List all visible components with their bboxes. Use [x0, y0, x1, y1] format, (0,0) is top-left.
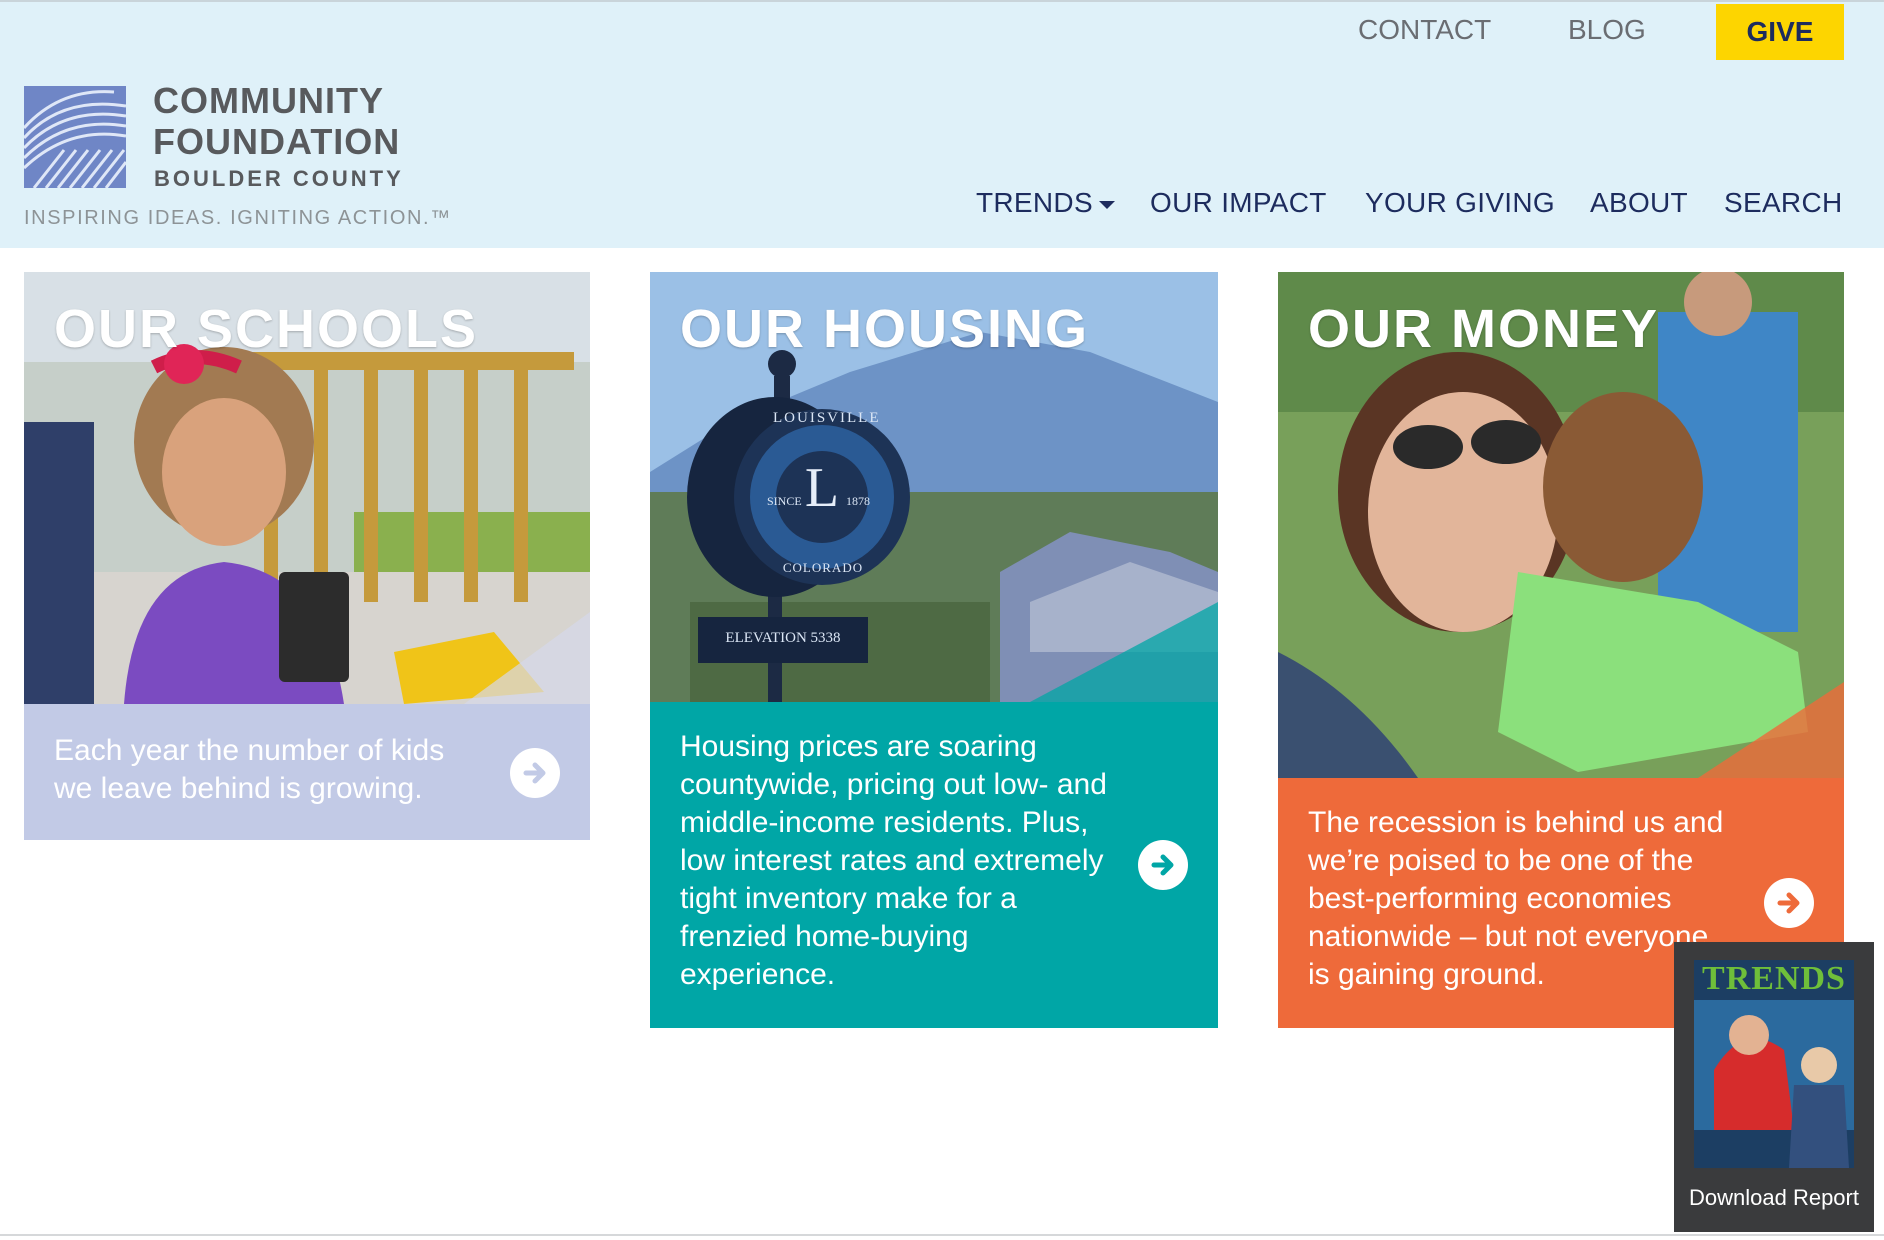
arrow-right-icon[interactable]: [510, 748, 560, 798]
download-report-widget[interactable]: TRENDS Download Report: [1674, 942, 1874, 1232]
give-button[interactable]: GIVE: [1716, 4, 1844, 60]
card-title: OUR HOUSING: [680, 299, 1090, 359]
card-text: Each year the number of kids we leave be…: [54, 734, 445, 805]
arrow-right-icon[interactable]: [1764, 878, 1814, 928]
contact-link[interactable]: CONTACT: [1358, 12, 1491, 48]
caret-down-icon: [1098, 200, 1115, 209]
card-title: OUR MONEY: [1308, 299, 1660, 359]
nav-your-giving[interactable]: YOUR GIVING: [1365, 185, 1555, 221]
main-nav: TRENDS OUR IMPACT YOUR GIVING ABOUT SEAR…: [0, 185, 1884, 221]
sign-since: SINCE: [767, 494, 802, 508]
money-photo: OUR MONEY: [1278, 272, 1844, 778]
sign-ring-text: LOUISVILLE: [773, 410, 881, 426]
nav-trends[interactable]: TRENDS: [976, 185, 1115, 221]
sign-elevation: ELEVATION 5338: [725, 630, 841, 646]
card-text: The recession is behind us and we’re poi…: [1308, 806, 1724, 991]
sign-state: COLORADO: [782, 560, 864, 575]
card-body: Each year the number of kids we leave be…: [24, 704, 590, 840]
sign-letter: L: [804, 457, 840, 519]
nav-trends-label: TRENDS: [976, 187, 1093, 218]
nav-our-impact[interactable]: OUR IMPACT: [1150, 185, 1327, 221]
card-our-schools[interactable]: OUR SCHOOLS Each year the number of kids…: [24, 272, 590, 840]
page-bottom-divider: [0, 1234, 1884, 1236]
card-text: Housing prices are soaring countywide, p…: [680, 730, 1107, 991]
logo-mark-icon: [24, 86, 126, 188]
report-cover-title: TRENDS: [1702, 960, 1846, 997]
site-header: COMMUNITY FOUNDATION BOULDER COUNTY INSP…: [0, 0, 1884, 248]
nav-search[interactable]: SEARCH: [1724, 185, 1843, 221]
report-cover-image: TRENDS: [1694, 960, 1854, 1168]
arrow-right-icon[interactable]: [1138, 840, 1188, 890]
card-our-housing[interactable]: LOUISVILLE L SINCE 1878 COLORADO ELEVATI…: [650, 272, 1218, 1028]
schools-photo: OUR SCHOOLS: [24, 272, 590, 704]
sign-year: 1878: [846, 494, 870, 508]
card-body: Housing prices are soaring countywide, p…: [650, 702, 1218, 1028]
nav-about[interactable]: ABOUT: [1590, 185, 1688, 221]
housing-photo: LOUISVILLE L SINCE 1878 COLORADO ELEVATI…: [650, 272, 1218, 702]
blog-link[interactable]: BLOG: [1568, 12, 1646, 48]
logo-name: COMMUNITY FOUNDATION: [153, 80, 401, 162]
download-report-label[interactable]: Download Report: [1674, 1185, 1874, 1211]
card-title: OUR SCHOOLS: [54, 299, 479, 359]
card-our-money[interactable]: OUR MONEY The recession is behind us and…: [1278, 272, 1844, 1028]
